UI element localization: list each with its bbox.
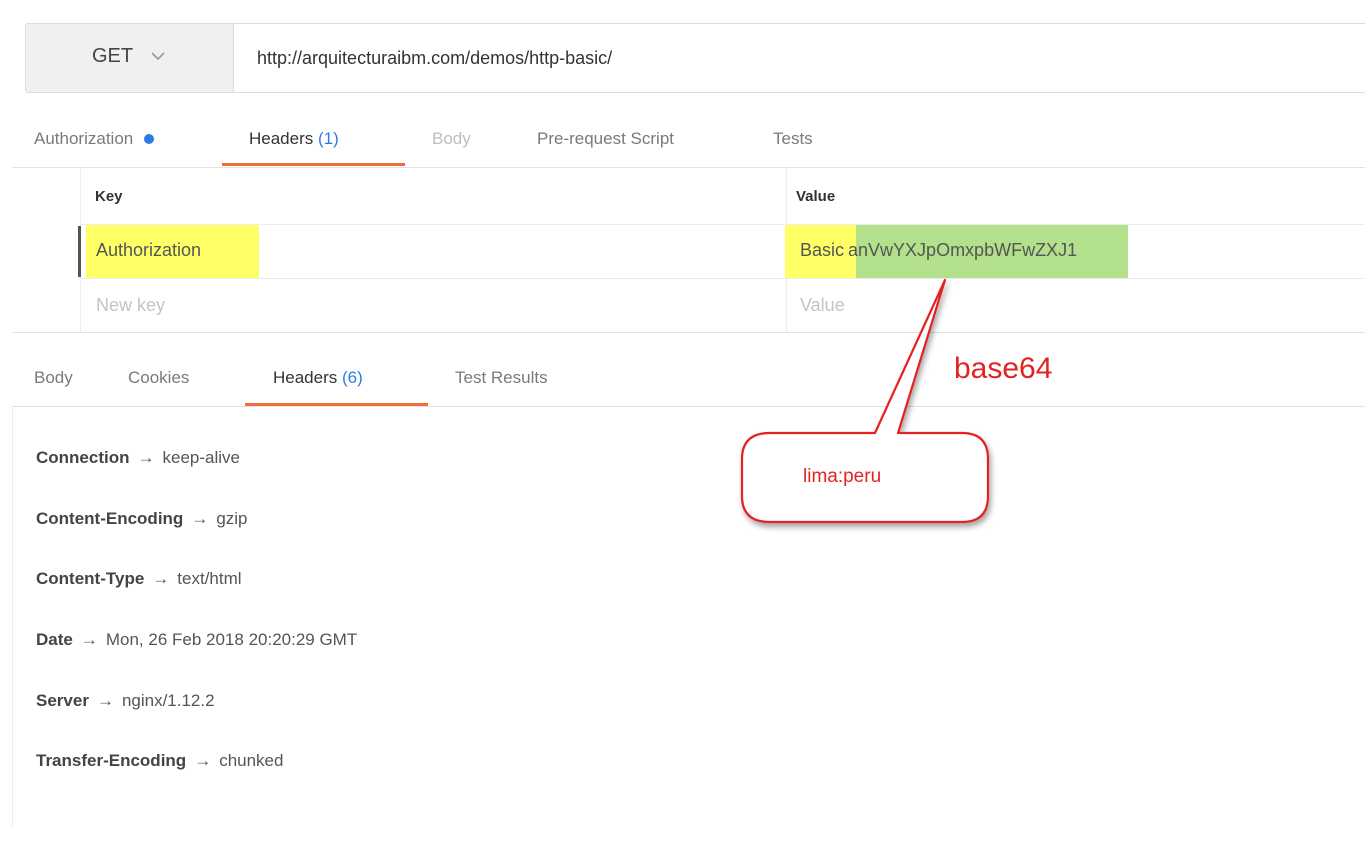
response-header-value: keep-alive bbox=[162, 448, 241, 467]
annotation-base64: base64 bbox=[954, 352, 1053, 385]
divider bbox=[80, 224, 1365, 225]
arrow-icon: → bbox=[96, 691, 114, 710]
arrow-icon: → bbox=[137, 448, 155, 467]
response-header-key: Connection bbox=[36, 448, 130, 467]
tab-count: (1) bbox=[318, 129, 339, 148]
header-key-field[interactable]: Authorization bbox=[96, 240, 201, 261]
response-header-row: Content-Encoding → gzip bbox=[36, 509, 248, 529]
tab-label: Headers bbox=[273, 368, 338, 387]
tab-body[interactable]: Body bbox=[432, 129, 471, 149]
tab-label: Authorization bbox=[34, 129, 134, 148]
annotation-decoded: lima:peru bbox=[803, 466, 882, 487]
modified-dot-icon bbox=[143, 133, 154, 144]
new-key-input[interactable]: New key bbox=[96, 295, 165, 316]
chevron-down-icon bbox=[151, 52, 165, 61]
response-header-value: text/html bbox=[177, 569, 242, 588]
active-row-marker bbox=[78, 226, 81, 277]
arrow-icon: → bbox=[191, 509, 209, 528]
request-bar: GET http://arquitecturaibm.com/demos/htt… bbox=[25, 23, 1365, 93]
tab-tests[interactable]: Tests bbox=[773, 129, 813, 149]
active-tab-indicator bbox=[222, 163, 405, 166]
response-header-row: Content-Type → text/html bbox=[36, 569, 242, 589]
response-header-key: Date bbox=[36, 630, 73, 649]
response-header-row: Server → nginx/1.12.2 bbox=[36, 691, 215, 711]
response-header-key: Transfer-Encoding bbox=[36, 751, 187, 770]
method-label: GET bbox=[92, 45, 134, 67]
callout-bubble-icon bbox=[740, 278, 990, 524]
tab-count: (6) bbox=[342, 368, 363, 387]
header-value-field[interactable]: Basic anVwYXJpOmxpbWFwZXJ1 bbox=[800, 240, 1077, 261]
response-header-key: Server bbox=[36, 691, 89, 710]
tab-label: Headers bbox=[249, 129, 314, 148]
tab-test-results[interactable]: Test Results bbox=[455, 368, 548, 388]
response-header-key: Content-Type bbox=[36, 569, 145, 588]
response-header-key: Content-Encoding bbox=[36, 509, 184, 528]
divider bbox=[80, 278, 1365, 279]
arrow-icon: → bbox=[152, 569, 170, 588]
tab-response-headers[interactable]: Headers (6) bbox=[273, 368, 363, 388]
response-header-row: Transfer-Encoding → chunked bbox=[36, 751, 283, 771]
divider bbox=[12, 167, 1365, 168]
url-input[interactable]: http://arquitecturaibm.com/demos/http-ba… bbox=[257, 48, 612, 69]
tab-response-body[interactable]: Body bbox=[34, 368, 73, 388]
tab-authorization[interactable]: Authorization bbox=[34, 129, 154, 149]
method-selector[interactable]: GET bbox=[26, 24, 234, 92]
value-prefix: Basic bbox=[800, 240, 845, 260]
response-header-value: nginx/1.12.2 bbox=[121, 691, 215, 710]
response-header-value: Mon, 26 Feb 2018 20:20:29 GMT bbox=[105, 630, 358, 649]
response-header-value: chunked bbox=[219, 751, 284, 770]
response-header-row: Connection → keep-alive bbox=[36, 448, 240, 468]
divider bbox=[12, 407, 13, 827]
column-header-key: Key bbox=[95, 188, 123, 205]
arrow-icon: → bbox=[194, 751, 212, 770]
divider bbox=[12, 332, 1365, 333]
divider bbox=[12, 406, 1365, 407]
value-token: anVwYXJpOmxpbWFwZXJ1 bbox=[848, 240, 1078, 260]
response-header-value: gzip bbox=[216, 509, 248, 528]
tab-cookies[interactable]: Cookies bbox=[128, 368, 189, 388]
tab-pre-request-script[interactable]: Pre-request Script bbox=[537, 129, 674, 149]
arrow-icon: → bbox=[80, 630, 98, 649]
column-header-value: Value bbox=[796, 188, 836, 205]
tab-headers[interactable]: Headers (1) bbox=[249, 129, 339, 149]
response-header-row: Date → Mon, 26 Feb 2018 20:20:29 GMT bbox=[36, 630, 357, 650]
